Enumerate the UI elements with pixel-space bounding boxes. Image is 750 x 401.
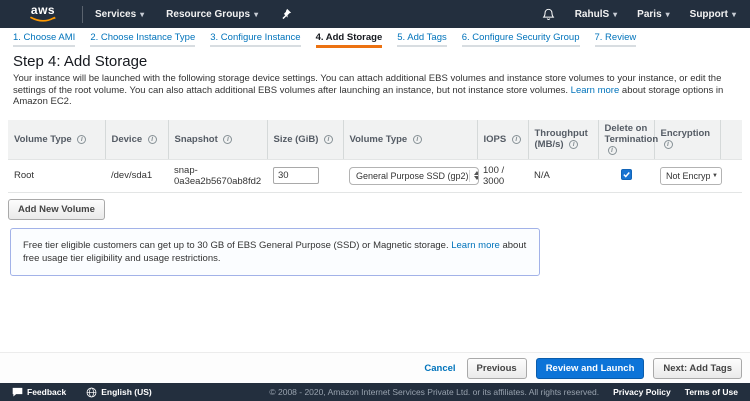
support-menu[interactable]: Support ▾ (690, 9, 736, 20)
select-stepper-icon (468, 169, 478, 182)
navbar-divider (82, 5, 83, 23)
info-icon[interactable]: i (223, 134, 233, 144)
cell-volume-type: Root (8, 159, 105, 193)
info-icon[interactable]: i (569, 140, 579, 150)
learn-more-free-tier-link[interactable]: Learn more (451, 240, 500, 251)
step-choose-ami[interactable]: 1. Choose AMI (13, 32, 76, 47)
top-navbar: aws Services ▾ Resource Groups ▾ RahulS … (0, 0, 750, 28)
aws-logo-text: aws (30, 3, 56, 17)
chevron-down-icon: ▾ (613, 9, 618, 19)
page-title: Step 4: Add Storage (13, 53, 148, 70)
caret-down-icon: ▼ (712, 172, 718, 179)
cell-filler (720, 159, 742, 193)
column-header-device: Device i (105, 119, 169, 160)
info-icon[interactable]: i (147, 134, 157, 144)
review-and-launch-button[interactable]: Review and Launch (535, 357, 645, 379)
info-icon[interactable]: i (412, 134, 422, 144)
cell-encryption: Not Encrypted ▼ (654, 159, 722, 193)
cell-size (267, 159, 343, 193)
step-configure-security-group[interactable]: 6. Configure Security Group (461, 32, 580, 47)
info-icon[interactable]: i (663, 140, 673, 150)
step-review[interactable]: 7. Review (594, 32, 637, 47)
cell-throughput: N/A (528, 159, 598, 193)
cell-snapshot: snap-0a3ea2b5670ab8fd2 (168, 159, 267, 193)
column-header-volume-type: Volume Type i (8, 119, 106, 160)
globe-icon (86, 387, 97, 397)
cell-delete-on-termination (598, 159, 654, 193)
column-header-size: Size (GiB) i (267, 119, 344, 160)
column-header-snapshot: Snapshot i (168, 119, 268, 160)
encryption-select[interactable]: Not Encrypted ▼ (660, 166, 722, 185)
size-gib-input[interactable] (273, 167, 319, 185)
info-icon[interactable]: i (324, 134, 334, 144)
services-menu[interactable]: Services ▾ (95, 9, 144, 20)
delete-on-termination-checkbox[interactable] (620, 169, 632, 181)
feedback-bubble-icon (12, 387, 23, 397)
info-icon[interactable]: i (77, 134, 87, 144)
console-footer: Feedback English (US) © 2008 - 2020, Ama… (0, 383, 750, 401)
feedback-button[interactable]: Feedback (12, 387, 66, 397)
privacy-policy-link[interactable]: Privacy Policy (613, 387, 671, 397)
intro-text: Your instance will be launched with the … (13, 73, 724, 108)
notifications-button[interactable] (542, 8, 555, 21)
volume-type-select[interactable]: General Purpose SSD (gp2) (349, 166, 479, 185)
chevron-down-icon: ▾ (731, 9, 736, 19)
cell-volume-type-select: General Purpose SSD (gp2) (343, 159, 479, 193)
column-header-delete-on-termination: Delete on Termination i (598, 119, 658, 160)
step-add-tags[interactable]: 5. Add Tags (397, 32, 447, 47)
copyright-text: © 2008 - 2020, Amazon Internet Services … (269, 387, 600, 397)
column-header-iops: IOPS i (477, 119, 529, 160)
cell-iops: 100 / 3000 (477, 159, 528, 193)
table-row: Root /dev/sda1 snap-0a3ea2b5670ab8fd2 Ge… (8, 159, 742, 193)
chevron-down-icon: ▾ (140, 9, 145, 19)
step-configure-instance[interactable]: 3. Configure Instance (210, 32, 301, 47)
cell-device: /dev/sda1 (105, 159, 168, 193)
chevron-down-icon: ▾ (665, 9, 670, 19)
pin-shortcut-button[interactable] (280, 8, 292, 20)
storage-devices-table: Volume Type i Device i Snapshot i Size (… (8, 119, 742, 193)
info-icon[interactable]: i (511, 134, 521, 144)
column-header-encryption: Encryption i (654, 119, 721, 160)
column-header-throughput: Throughput (MB/s) i (528, 119, 599, 160)
resource-groups-menu[interactable]: Resource Groups ▾ (166, 9, 258, 20)
wizard-action-bar: Cancel Previous Review and Launch Next: … (0, 352, 750, 383)
column-header-filler (720, 119, 742, 160)
column-header-volume-type-select: Volume Type i (343, 119, 478, 160)
wizard-steps: 1. Choose AMI 2. Choose Instance Type 3.… (0, 28, 750, 48)
previous-button[interactable]: Previous (466, 357, 527, 379)
language-selector[interactable]: English (US) (86, 387, 152, 398)
chevron-down-icon: ▾ (254, 9, 259, 19)
account-menu[interactable]: RahulS ▾ (575, 9, 617, 20)
terms-of-use-link[interactable]: Terms of Use (685, 387, 738, 397)
free-tier-callout: Free tier eligible customers can get up … (10, 227, 540, 276)
step-add-storage[interactable]: 4. Add Storage (315, 32, 383, 48)
learn-more-storage-link[interactable]: Learn more (571, 85, 620, 96)
table-header-row: Volume Type i Device i Snapshot i Size (… (8, 119, 742, 160)
region-menu[interactable]: Paris ▾ (637, 9, 669, 20)
aws-logo[interactable]: aws (30, 3, 56, 23)
info-icon[interactable]: i (607, 145, 617, 155)
step-choose-instance-type[interactable]: 2. Choose Instance Type (90, 32, 196, 47)
cancel-link[interactable]: Cancel (424, 363, 455, 374)
next-add-tags-button[interactable]: Next: Add Tags (653, 357, 742, 379)
pushpin-icon (282, 8, 292, 20)
add-new-volume-button[interactable]: Add New Volume (8, 198, 105, 220)
aws-smile-icon (30, 16, 56, 22)
check-icon (622, 172, 630, 178)
bell-icon (542, 8, 555, 20)
